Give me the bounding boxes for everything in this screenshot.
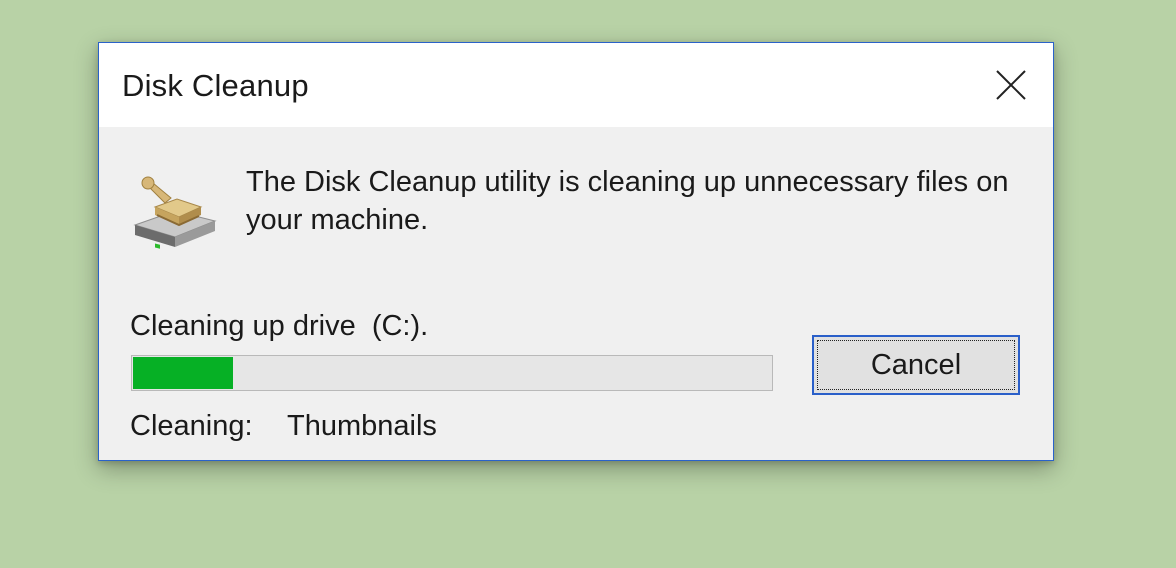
drive-label: Cleaning up drive (C:). <box>130 310 429 342</box>
window-title: Disk Cleanup <box>122 68 309 103</box>
progress-bar <box>131 355 773 391</box>
title-bar: Disk Cleanup <box>99 43 1053 127</box>
close-button[interactable] <box>983 57 1039 113</box>
cancel-button[interactable]: Cancel <box>812 335 1020 395</box>
status-message: The Disk Cleanup utility is cleaning up … <box>246 166 1009 236</box>
cleaning-item: Thumbnails <box>287 410 437 442</box>
disk-cleanup-icon <box>133 176 217 249</box>
close-icon <box>996 70 1026 100</box>
progress-fill <box>133 357 234 389</box>
disk-cleanup-dialog: Disk Cleanup The Disk Cleanup utility is… <box>98 42 1054 461</box>
cleaning-label: Cleaning: <box>130 410 253 442</box>
cancel-button-label: Cancel <box>870 349 962 381</box>
